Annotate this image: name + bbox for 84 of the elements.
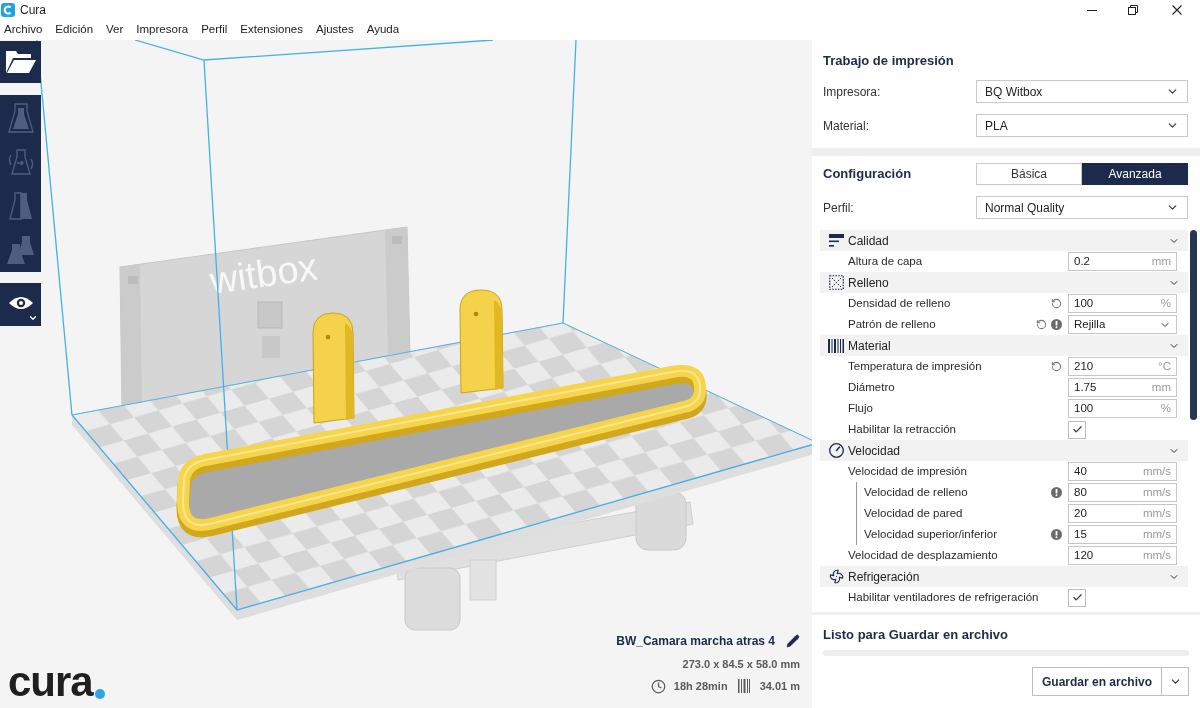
minimize-icon bbox=[1087, 9, 1097, 11]
setting-label: Velocidad superior/inferior bbox=[863, 526, 997, 542]
setting-label: Velocidad de relleno bbox=[863, 484, 968, 500]
mode-tab[interactable]: Básica bbox=[976, 163, 1082, 185]
menu-item[interactable]: Archivo bbox=[4, 21, 43, 39]
setting-label: Densidad de relleno bbox=[847, 295, 951, 311]
horizontal-lines-icon bbox=[828, 234, 844, 247]
flask-pair-icon bbox=[6, 234, 35, 265]
number-field[interactable]: 120 mm/s bbox=[1068, 546, 1177, 565]
flask-halves-icon bbox=[7, 190, 34, 221]
setting-label: Temperatura de impresión bbox=[847, 358, 982, 374]
setting-label: Habilitar la retracción bbox=[847, 421, 956, 437]
select-dropdown[interactable]: BQ Witbox bbox=[976, 80, 1188, 103]
setting-label: Velocidad de impresión bbox=[847, 463, 967, 479]
number-field[interactable]: 20 mm/s bbox=[1068, 504, 1177, 523]
clock-icon bbox=[650, 678, 666, 694]
number-field[interactable]: 1.75 mm bbox=[1068, 378, 1177, 397]
field-label: Perfil: bbox=[823, 199, 855, 217]
checkbox[interactable] bbox=[1068, 588, 1086, 607]
menu-item[interactable]: Edición bbox=[55, 21, 94, 39]
vertical-lines-icon bbox=[737, 679, 750, 693]
setting-label: Altura de capa bbox=[847, 253, 923, 269]
category-header[interactable]: Relleno bbox=[820, 272, 1188, 293]
folder-icon bbox=[4, 50, 37, 74]
open-file-button[interactable] bbox=[0, 41, 41, 83]
reset-icon[interactable] bbox=[1051, 298, 1062, 309]
view-mode-button[interactable] bbox=[0, 283, 41, 326]
menu-item[interactable]: Ayuda bbox=[366, 21, 400, 39]
dotted-square-icon bbox=[828, 275, 844, 290]
reset-icon[interactable] bbox=[1051, 361, 1062, 372]
setting-label: Patrón de relleno bbox=[847, 316, 936, 332]
select-dropdown[interactable]: Normal Quality bbox=[976, 196, 1188, 219]
menu-item[interactable]: Extensiones bbox=[240, 21, 303, 39]
number-field[interactable]: 80 mm/s bbox=[1068, 483, 1177, 502]
menu-item[interactable]: Ajustes bbox=[316, 21, 354, 39]
setting-label: Diámetro bbox=[847, 379, 895, 395]
mode-tab[interactable]: Avanzada bbox=[1082, 163, 1188, 185]
number-field[interactable]: 15 mm/s bbox=[1068, 525, 1177, 544]
eye-icon bbox=[7, 294, 34, 311]
pencil-icon[interactable] bbox=[786, 634, 800, 648]
field-label: Impresora: bbox=[823, 83, 882, 101]
category-header[interactable]: Material bbox=[820, 335, 1188, 356]
configuration-title: Configuración bbox=[823, 165, 913, 184]
menu-item[interactable]: Ver bbox=[106, 21, 124, 39]
setting-label: Habilitar ventiladores de refrigeración bbox=[847, 589, 1039, 605]
flask-icon bbox=[7, 102, 34, 133]
check-icon bbox=[1071, 424, 1083, 435]
close-icon bbox=[1172, 5, 1182, 15]
category-header[interactable]: Velocidad bbox=[820, 440, 1188, 461]
menu-item[interactable]: Impresora bbox=[136, 21, 189, 39]
category-header[interactable]: Calidad bbox=[820, 230, 1188, 251]
setting-label: Velocidad de desplazamiento bbox=[847, 547, 998, 563]
chevron-icon bbox=[28, 313, 38, 323]
gauge-icon bbox=[828, 443, 844, 458]
number-field[interactable]: 0.2 mm bbox=[1068, 252, 1177, 271]
print-job-title: Trabajo de impresión bbox=[823, 52, 955, 71]
checkbox[interactable] bbox=[1068, 420, 1086, 439]
select-dropdown[interactable]: PLA bbox=[976, 114, 1188, 137]
number-field[interactable]: 100 % bbox=[1068, 294, 1177, 313]
restore-icon bbox=[1128, 5, 1138, 15]
setting-label: Velocidad de pared bbox=[863, 505, 963, 521]
window-title: Cura bbox=[20, 2, 46, 19]
logo-text: cura bbox=[8, 664, 93, 700]
flask-arrows-icon bbox=[7, 146, 34, 177]
vertical-lines-icon bbox=[828, 338, 844, 353]
setting-label: Flujo bbox=[847, 400, 873, 416]
field-label: Material: bbox=[823, 117, 870, 135]
fan-icon bbox=[828, 569, 844, 584]
model-dimensions: 273.0 x 84.5 x 58.0 mm bbox=[682, 656, 800, 672]
save-button[interactable]: Guardar en archivo bbox=[1032, 667, 1162, 696]
print-time: 18h 28min bbox=[673, 678, 728, 694]
job-name: BW_Camara marcha atras 4 bbox=[616, 633, 775, 650]
number-field[interactable]: 210 °C bbox=[1068, 357, 1177, 376]
select-field[interactable]: Rejilla bbox=[1068, 315, 1177, 334]
logo-dot-icon bbox=[94, 689, 105, 699]
number-field[interactable]: 100 % bbox=[1068, 399, 1177, 418]
reset-icon[interactable] bbox=[1036, 319, 1047, 330]
number-field[interactable]: 40 mm/s bbox=[1068, 462, 1177, 481]
status-title: Listo para Guardar en archivo bbox=[823, 627, 1009, 643]
check-icon bbox=[1071, 592, 1083, 603]
scrollbar-thumb[interactable] bbox=[1190, 230, 1197, 420]
filament-length: 34.01 m bbox=[759, 678, 800, 694]
menu-item[interactable]: Perfil bbox=[201, 21, 228, 39]
category-header[interactable]: Refrigeración bbox=[820, 566, 1188, 587]
